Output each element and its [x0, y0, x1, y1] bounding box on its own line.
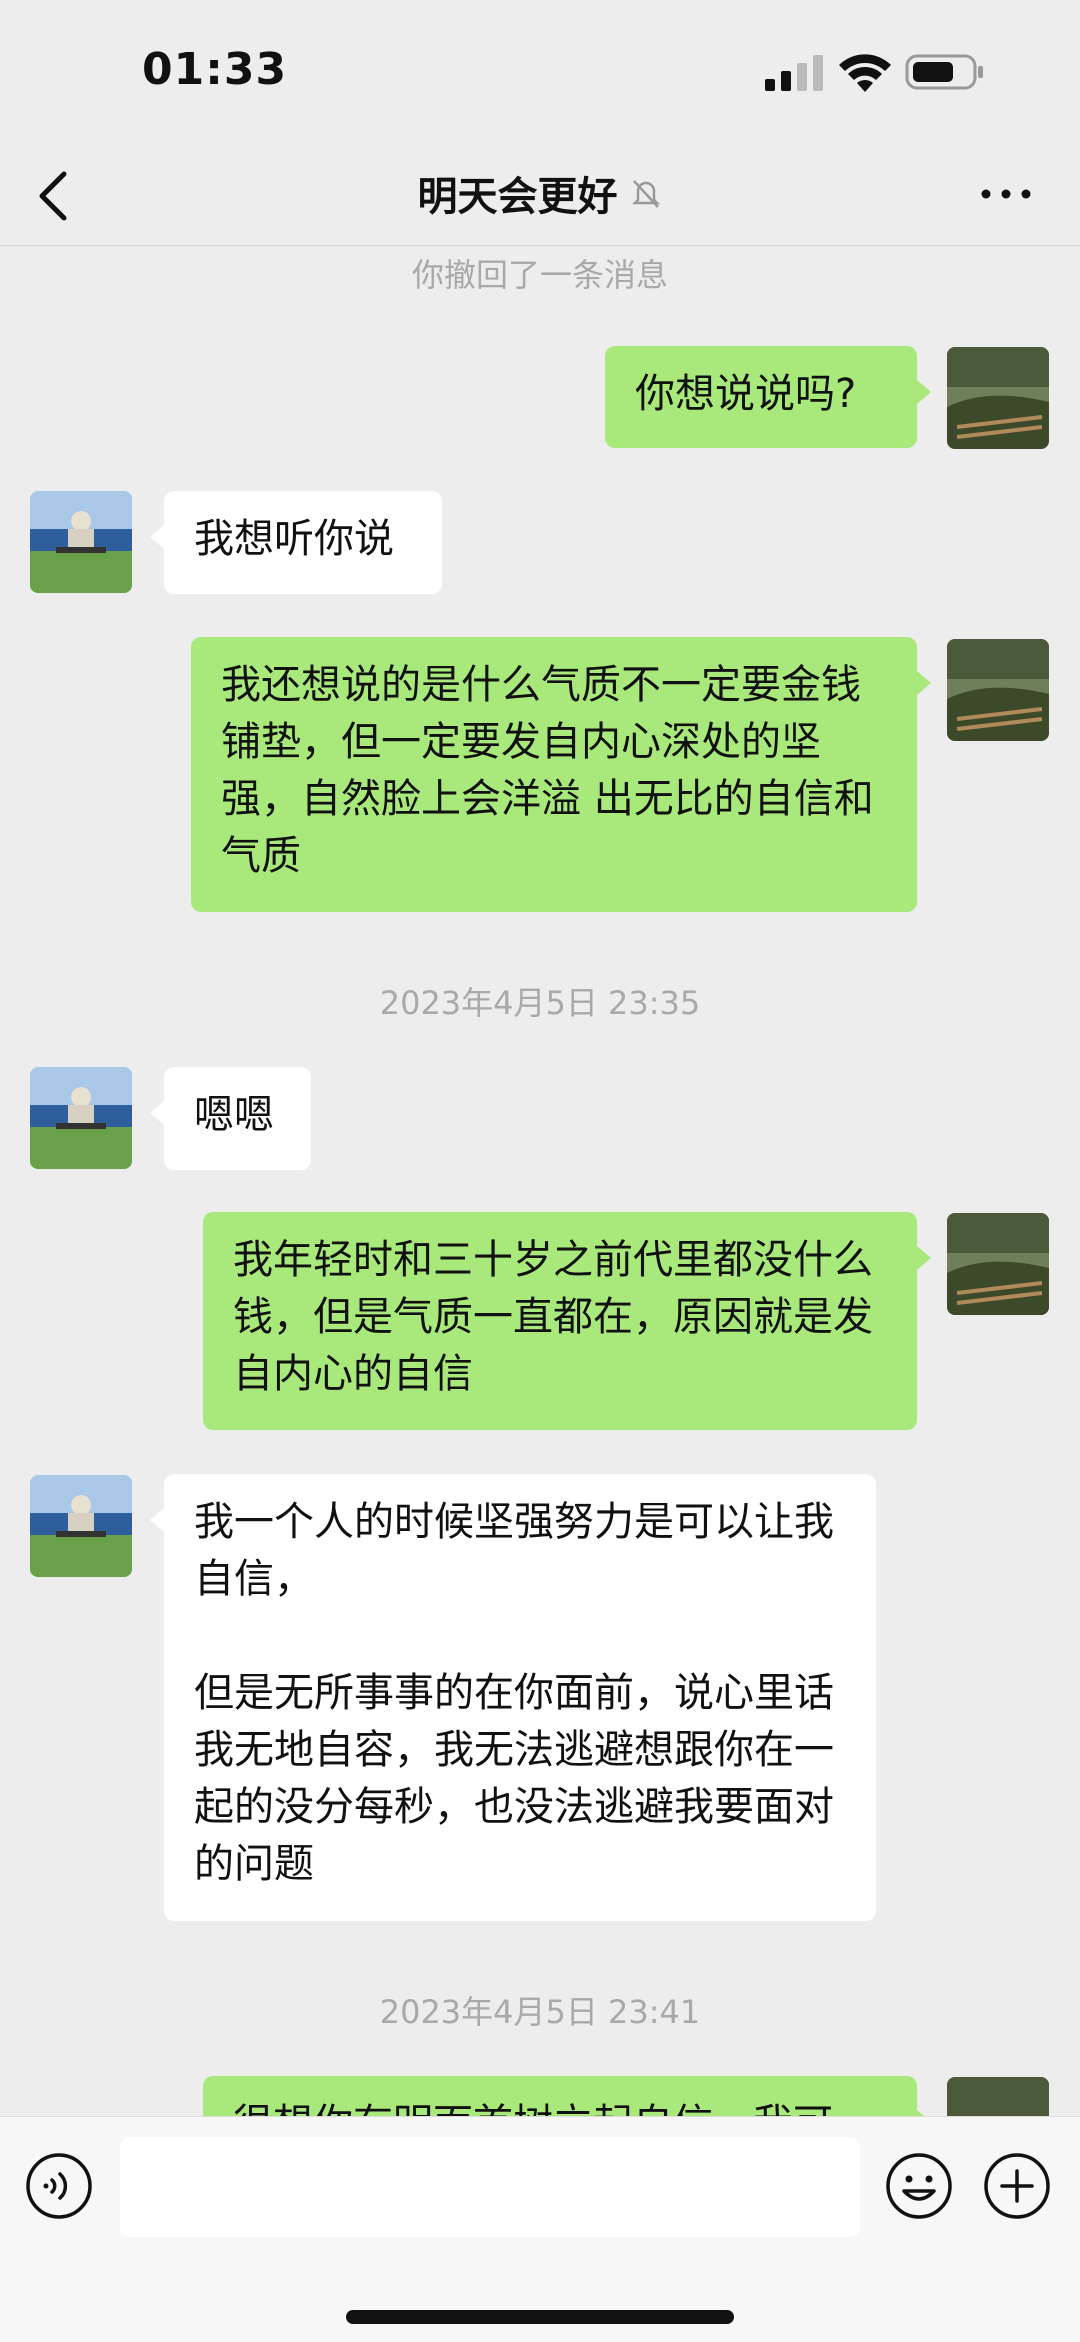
self-avatar[interactable]	[947, 2077, 1049, 2116]
input-bar	[0, 2116, 1080, 2342]
emoji-icon[interactable]	[884, 2151, 954, 2221]
message-bubble-received[interactable]: 我一个人的时候坚强努力是可以让我自信， 但是无所事事的在你面前，说心里话我无地自…	[150, 1474, 876, 1921]
message-list[interactable]: 你撤回了一条消息 你想说说吗? 我想听你说 我还想说的是什么气质不一定要金钱铺垫…	[0, 246, 1080, 2116]
self-avatar[interactable]	[947, 1213, 1049, 1315]
contact-avatar[interactable]	[30, 1475, 132, 1577]
wifi-icon	[839, 54, 891, 92]
contact-avatar[interactable]	[30, 491, 132, 593]
battery-icon	[905, 54, 983, 90]
bell-slash-icon	[631, 180, 660, 208]
message-bubble-received[interactable]: 我想听你说	[150, 491, 442, 594]
plus-icon[interactable]	[982, 2151, 1052, 2221]
home-indicator[interactable]	[346, 2310, 734, 2324]
message-bubble-sent[interactable]: 我还想说的是什么气质不一定要金钱铺垫，但一定要发自内心深处的坚强，自然脸上会洋溢…	[191, 637, 931, 912]
message-bubble-sent[interactable]: 很想你有明面首树立起自信，我可	[203, 2076, 931, 2116]
timestamp: 2023年4月5日 23:41	[379, 1993, 701, 2031]
message-bubble-sent[interactable]: 你想说说吗?	[605, 346, 931, 448]
chat-header: 明天会更好	[0, 150, 1080, 246]
self-avatar[interactable]	[947, 639, 1049, 741]
timestamp: 2023年4月5日 23:35	[379, 984, 701, 1022]
more-dots-icon[interactable]	[978, 174, 1034, 214]
message-bubble-received[interactable]: 嗯嗯	[150, 1067, 311, 1170]
chat-title[interactable]: 明天会更好	[417, 174, 617, 220]
self-avatar[interactable]	[947, 347, 1049, 449]
contact-avatar[interactable]	[30, 1067, 132, 1169]
status-time: 01:33	[142, 44, 288, 95]
message-bubble-sent[interactable]: 我年轻时和三十岁之前代里都没什么钱，但是气质一直都在，原因就是发自内心的自信	[203, 1212, 931, 1430]
recall-notice: 你撤回了一条消息	[411, 256, 668, 294]
cellular-signal-icon	[765, 55, 823, 91]
message-input[interactable]	[120, 2137, 860, 2237]
voice-icon[interactable]	[24, 2151, 94, 2221]
status-bar: 01:33	[0, 0, 1080, 150]
chat-title-wrap: 明天会更好	[0, 164, 1080, 222]
